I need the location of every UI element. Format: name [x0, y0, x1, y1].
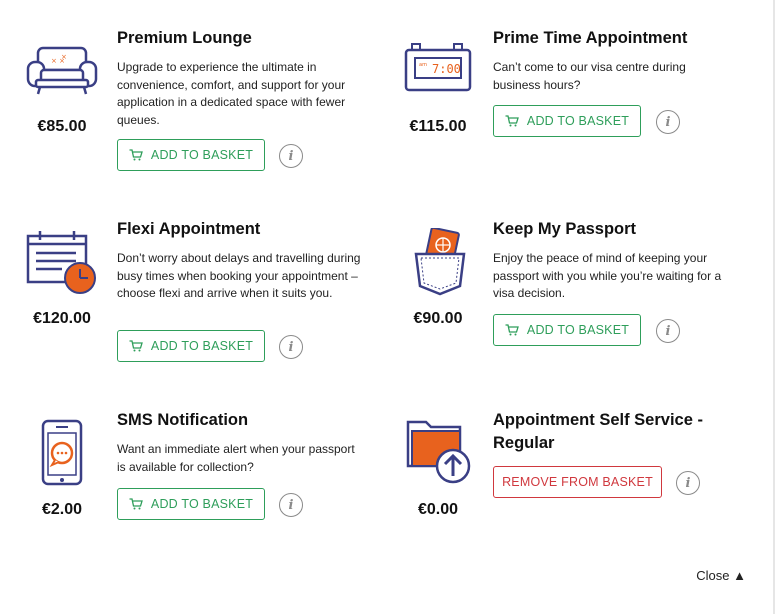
folder-upload-icon [404, 418, 484, 488]
close-button[interactable]: Close ▲ [696, 568, 746, 583]
svg-text:×: × [61, 53, 67, 61]
button-label: ADD TO BASKET [150, 148, 254, 162]
product-description: Upgrade to experience the ultimate in co… [117, 60, 346, 127]
remove-from-basket-button[interactable]: REMOVE FROM BASKET [493, 466, 662, 498]
passport-pocket-icon [408, 226, 488, 298]
price: €115.00 [409, 118, 467, 135]
svg-text:am: am [419, 62, 427, 68]
add-to-basket-button[interactable]: ADD TO BASKET [117, 488, 265, 520]
info-button[interactable]: i [676, 471, 700, 495]
cart-icon [129, 340, 143, 352]
product-title: Premium Lounge [117, 29, 252, 47]
cart-icon [129, 498, 143, 510]
info-button[interactable]: i [656, 110, 680, 134]
phone-message-icon [38, 418, 118, 488]
product-description: Want an immediate alert when your passpo… [117, 442, 355, 474]
button-label: ADD TO BASKET [526, 323, 630, 337]
button-label: ADD TO BASKET [150, 497, 254, 511]
add-to-basket-button[interactable]: ADD TO BASKET [117, 139, 265, 171]
button-label: ADD TO BASKET [526, 114, 630, 128]
button-label: ADD TO BASKET [150, 339, 254, 353]
button-label: REMOVE FROM BASKET [502, 475, 653, 489]
clock-time-text: 7:00 [432, 62, 461, 76]
cart-icon [129, 149, 143, 161]
product-title: Flexi Appointment [117, 220, 261, 238]
info-button[interactable]: i [279, 335, 303, 359]
price: €90.00 [413, 310, 463, 327]
product-title: SMS Notification [117, 411, 249, 429]
cart-icon [505, 115, 519, 127]
add-to-basket-button[interactable]: ADD TO BASKET [493, 105, 641, 137]
product-title: Keep My Passport [493, 220, 637, 238]
product-title: Prime Time Appointment [493, 29, 688, 47]
price: €85.00 [37, 118, 87, 135]
price: €0.00 [417, 501, 459, 518]
sofa-icon: × × × [24, 40, 104, 110]
cart-icon [505, 324, 519, 336]
price: €120.00 [33, 310, 91, 327]
info-button[interactable]: i [279, 144, 303, 168]
info-button[interactable]: i [279, 493, 303, 517]
price: €2.00 [41, 501, 83, 518]
product-description: Can’t come to our visa centre during bus… [493, 60, 686, 92]
product-description: Don’t worry about delays and travelling … [117, 251, 361, 300]
product-title: Appointment Self Service - Regular [493, 411, 703, 452]
calendar-clock-icon [24, 228, 104, 298]
add-to-basket-button[interactable]: ADD TO BASKET [117, 330, 265, 362]
info-button[interactable]: i [656, 319, 680, 343]
alarm-clock-icon: 7:00 am [402, 42, 482, 112]
add-to-basket-button[interactable]: ADD TO BASKET [493, 314, 641, 346]
product-description: Enjoy the peace of mind of keeping your … [493, 251, 722, 300]
